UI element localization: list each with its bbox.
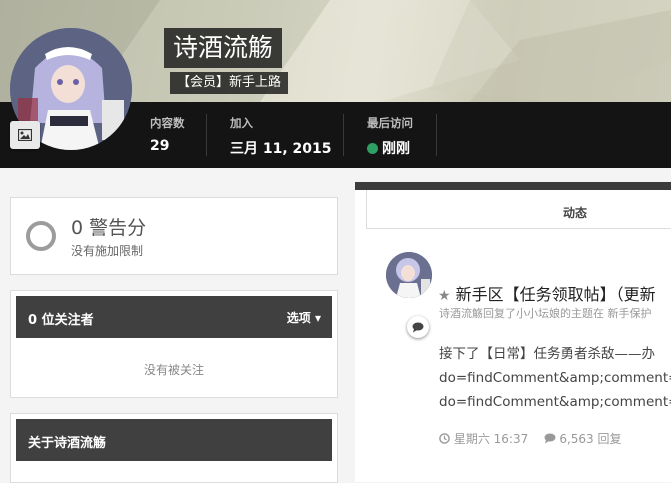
comment-icon (407, 316, 429, 338)
caret-down-icon: ▾ (314, 311, 321, 325)
followers-options-button[interactable]: 选项 ▾ (287, 309, 321, 326)
stat-divider (436, 114, 437, 156)
followers-title: 0 位关注者 (28, 313, 94, 328)
post-time[interactable]: 星期六 16:37 (454, 432, 528, 446)
post-title-text[interactable]: 新手区【任务领取帖】（更新 (456, 285, 656, 304)
tab-activity[interactable] (366, 190, 671, 229)
tab-activity-label[interactable]: 动态 (563, 204, 587, 221)
last-visit-value: 刚刚 (382, 141, 410, 157)
stat-value: 三月 11, 2015 (230, 141, 332, 157)
post-body-line: 接下了【日常】任务勇者杀敌——办 (439, 346, 655, 362)
post-body-line: do=findComment&amp;comment= (439, 370, 671, 386)
clock-icon (439, 432, 454, 446)
stat-label: 内容数 (150, 116, 185, 130)
star-icon: ★ (438, 288, 451, 304)
post-author-avatar[interactable] (386, 252, 432, 298)
warning-status: 没有施加限制 (71, 244, 144, 258)
post-body-line: do=findComment&amp;comment= (439, 394, 671, 410)
online-status-dot (367, 143, 378, 154)
post-title[interactable]: ★ 新手区【任务领取帖】（更新 (438, 281, 656, 305)
stat-value: 刚刚 (367, 138, 413, 158)
about-header: 关于诗酒流觞 (16, 419, 332, 461)
post-meta: 星期六 16:37 6,563 回复 (439, 430, 622, 447)
profile-name: 诗酒流觞 (164, 28, 283, 68)
followers-header: 0 位关注者 选项 ▾ (16, 296, 332, 338)
followers-empty-text: 没有被关注 (143, 363, 204, 377)
stat-divider (206, 114, 207, 156)
warning-points: 0 警告分 (71, 217, 147, 239)
post-body: 接下了【日常】任务勇者杀敌——办 do=findComment&amp;comm… (439, 342, 671, 414)
post-replies: 6,563 回复 (559, 432, 622, 446)
image-icon (17, 126, 33, 145)
stat-last-visit: 最后访问 刚刚 (367, 115, 413, 158)
change-cover-photo-button[interactable] (10, 121, 40, 149)
followers-card: 0 位关注者 选项 ▾ 没有被关注 (10, 290, 338, 398)
profile-rank: 【会员】新手上路 (170, 72, 289, 94)
feed-top-bar (355, 182, 671, 190)
post-subtitle: 诗酒流觞回复了小小坛娘的主题在 新手保护 (439, 307, 652, 320)
stat-joined: 加入 三月 11, 2015 (230, 115, 332, 158)
stat-label: 加入 (230, 116, 253, 130)
comment-count-icon (544, 432, 560, 446)
stat-content-count: 内容数 29 (150, 115, 185, 154)
about-title: 关于诗酒流觞 (28, 436, 107, 451)
options-label: 选项 (286, 311, 311, 325)
stat-value: 29 (150, 138, 170, 154)
stat-divider (343, 114, 344, 156)
warning-points-card: 0 警告分 没有施加限制 (10, 197, 338, 275)
stat-label: 最后访问 (367, 116, 413, 130)
about-card: 关于诗酒流觞 (10, 413, 338, 483)
warning-ring-icon (26, 221, 56, 251)
